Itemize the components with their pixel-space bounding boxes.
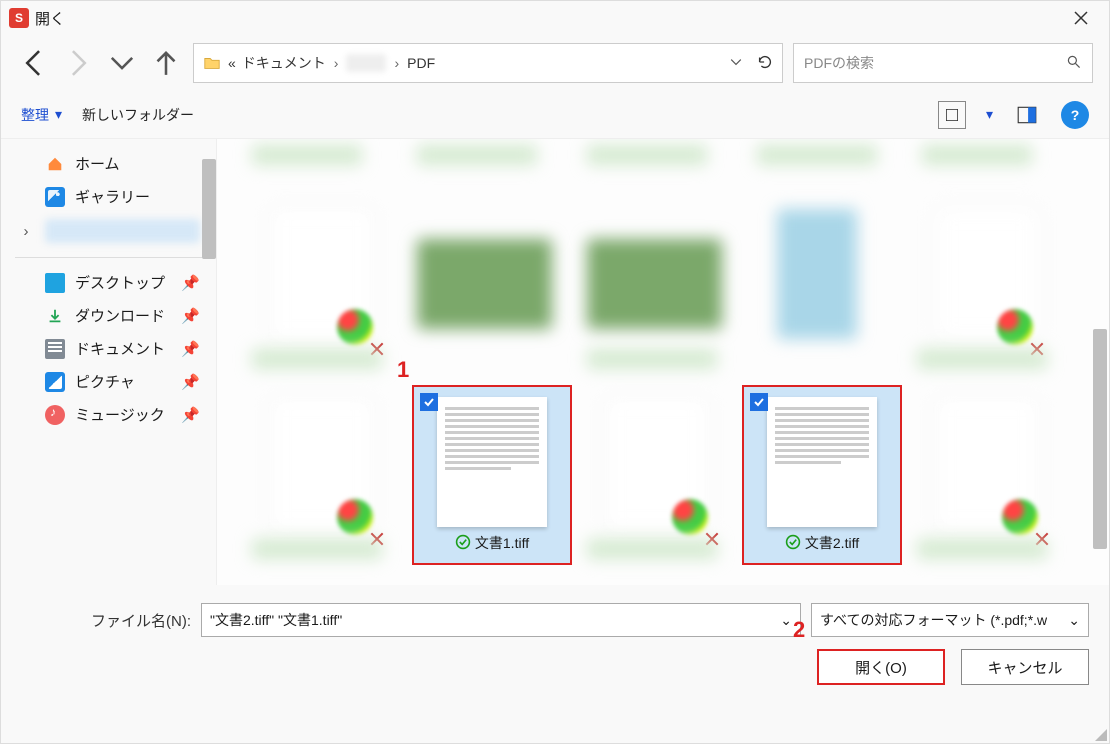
folder-icon [202, 53, 222, 73]
breadcrumb-separator: › [394, 55, 399, 71]
chevron-down-icon[interactable]: ⌄ [780, 612, 792, 629]
back-button[interactable] [17, 46, 51, 80]
file-thumb-selected-1[interactable]: 文書1.tiff [412, 385, 572, 565]
toolbar: 整理▾ 新しいフォルダー ▾ ? [1, 91, 1109, 139]
sidebar-item-label: ホーム [75, 153, 120, 174]
annotation-2: 2 [793, 617, 805, 643]
gallery-icon [45, 187, 65, 207]
annotation-1: 1 [397, 357, 409, 383]
pin-icon: 📌 [181, 340, 200, 358]
filename-value: "文書2.tiff" "文書1.tiff" [210, 610, 342, 630]
pin-icon: 📌 [181, 274, 200, 292]
pin-icon: 📌 [181, 406, 200, 424]
checkbox-checked-icon[interactable] [750, 393, 768, 411]
help-button[interactable]: ? [1061, 101, 1089, 129]
search-icon [1066, 54, 1082, 73]
expand-icon[interactable]: › [17, 223, 35, 240]
file-thumb-selected-2[interactable]: 文書2.tiff [742, 385, 902, 565]
file-name-row: 文書2.tiff [785, 533, 859, 553]
download-icon [45, 306, 65, 326]
resize-grip[interactable] [1093, 727, 1107, 741]
cancel-button[interactable]: キャンセル [961, 649, 1089, 685]
open-button[interactable]: 開く(O) [817, 649, 945, 685]
sidebar-item-label: ピクチャ [75, 371, 135, 392]
titlebar: S 開く [1, 1, 1109, 35]
file-name-row: 文書1.tiff [455, 533, 529, 553]
filearea-scrollbar[interactable] [1093, 329, 1107, 549]
sidebar-scrollbar[interactable] [202, 159, 216, 259]
nav-row: « ドキュメント › › PDF PDFの検索 [1, 35, 1109, 91]
breadcrumb-prefix: « [228, 55, 236, 71]
search-input[interactable]: PDFの検索 [793, 43, 1093, 83]
file-name-label: 文書1.tiff [475, 533, 529, 553]
sidebar-item-desktop[interactable]: デスクトップ 📌 [11, 266, 206, 299]
up-button[interactable] [149, 46, 183, 80]
sidebar-item-pictures[interactable]: ピクチャ 📌 [11, 365, 206, 398]
sidebar: ホーム ギャラリー › デスクトップ 📌 ダウンロード [1, 139, 216, 585]
dialog-body: ホーム ギャラリー › デスクトップ 📌 ダウンロード [1, 139, 1109, 585]
sidebar-item-music[interactable]: ミュージック 📌 [11, 398, 206, 431]
documents-icon [45, 339, 65, 359]
footer: ファイル名(N): "文書2.tiff" "文書1.tiff" ⌄ 2 すべての… [1, 585, 1109, 695]
sidebar-item-hidden[interactable]: › [11, 213, 206, 249]
sidebar-item-gallery[interactable]: ギャラリー [11, 180, 206, 213]
sidebar-divider [15, 257, 202, 258]
new-folder-button[interactable]: 新しいフォルダー [82, 105, 194, 125]
view-options-button[interactable] [938, 101, 966, 129]
pictures-icon [45, 372, 65, 392]
sidebar-item-label: ダウンロード [75, 305, 165, 326]
breadcrumb-documents[interactable]: ドキュメント [242, 53, 326, 73]
sidebar-item-label: デスクトップ [75, 272, 165, 293]
app-icon: S [9, 8, 29, 28]
desktop-icon [45, 273, 65, 293]
address-dropdown[interactable] [728, 54, 744, 73]
home-icon [45, 154, 65, 174]
breadcrumb-separator: › [334, 55, 339, 71]
sidebar-item-label: ミュージック [75, 404, 165, 425]
open-dialog: S 開く « ドキュメント › › PDF [0, 0, 1110, 744]
window-title: 開く [35, 8, 65, 29]
filename-input[interactable]: "文書2.tiff" "文書1.tiff" ⌄ [201, 603, 801, 637]
file-name-label: 文書2.tiff [805, 533, 859, 553]
refresh-button[interactable] [756, 53, 774, 74]
sidebar-item-label: ドキュメント [75, 338, 165, 359]
view-dropdown[interactable]: ▾ [986, 106, 993, 123]
check-ok-icon [785, 534, 801, 553]
forward-button[interactable] [61, 46, 95, 80]
format-select[interactable]: すべての対応フォーマット (*.pdf;*.w ⌄ [811, 603, 1089, 637]
recent-dropdown[interactable] [105, 46, 139, 80]
breadcrumb-pdf[interactable]: PDF [407, 55, 435, 71]
preview-pane-button[interactable] [1013, 101, 1041, 129]
music-icon [45, 405, 65, 425]
search-placeholder: PDFの検索 [804, 53, 1066, 73]
pin-icon: 📌 [181, 307, 200, 325]
check-ok-icon [455, 534, 471, 553]
address-bar[interactable]: « ドキュメント › › PDF [193, 43, 783, 83]
organize-menu[interactable]: 整理▾ [21, 105, 62, 125]
chevron-down-icon[interactable]: ⌄ [1068, 612, 1080, 629]
document-preview [437, 397, 547, 527]
checkbox-checked-icon[interactable] [420, 393, 438, 411]
filename-label: ファイル名(N): [21, 610, 191, 631]
breadcrumb-hidden[interactable] [346, 54, 386, 72]
sidebar-item-documents[interactable]: ドキュメント 📌 [11, 332, 206, 365]
file-area[interactable]: 文書1.tiff 文書2.tiff [216, 139, 1109, 585]
document-preview [767, 397, 877, 527]
close-button[interactable] [1061, 1, 1101, 35]
sidebar-item-home[interactable]: ホーム [11, 147, 206, 180]
sidebar-item-downloads[interactable]: ダウンロード 📌 [11, 299, 206, 332]
sidebar-item-label: ギャラリー [75, 186, 150, 207]
format-value: すべての対応フォーマット (*.pdf;*.w [820, 610, 1047, 630]
pin-icon: 📌 [181, 373, 200, 391]
